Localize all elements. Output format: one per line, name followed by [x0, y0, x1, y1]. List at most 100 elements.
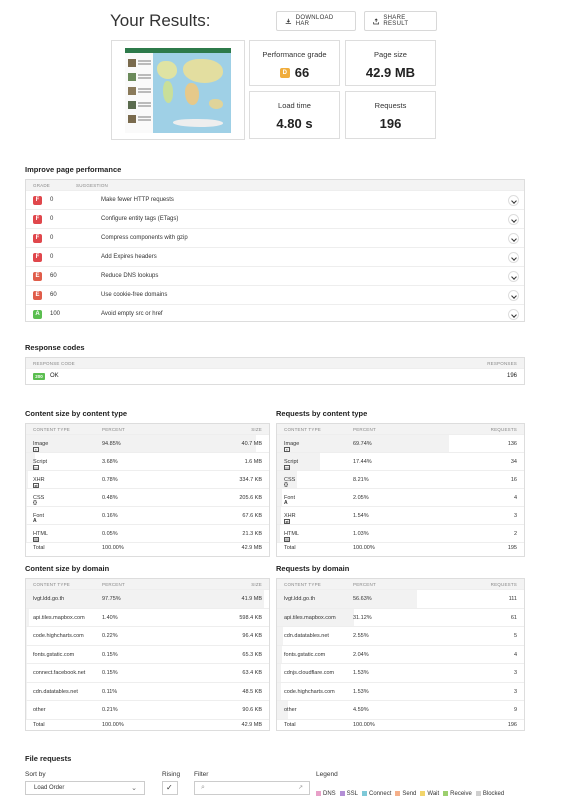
download-icon — [285, 18, 292, 24]
page-size-label: Page size — [374, 50, 407, 59]
performance-grade-label: Performance grade — [262, 50, 327, 59]
performance-grade-card: Performance grade D 66 — [249, 40, 340, 86]
expand-chevron-icon[interactable] — [508, 271, 519, 282]
clear-icon[interactable]: ↗ — [298, 784, 303, 791]
row-name: cdnjs.cloudflare.com — [284, 670, 335, 677]
total-percent: 100.00% — [102, 545, 124, 551]
improve-score: 0 — [50, 254, 54, 260]
legend-item: Blocked — [475, 791, 504, 797]
row-percent: 1.40% — [102, 614, 118, 621]
row-value: 48.5 KB — [242, 688, 262, 695]
grade-value: 66 — [294, 65, 310, 80]
size-by-type-table: CONTENT TYPE PERCENT SIZE ▪ Image 94.85% 40.7 … — [25, 423, 270, 557]
total-value: 42.9 MB — [241, 721, 262, 728]
row-percent: 69.74% — [353, 441, 372, 447]
improve-row[interactable]: A 100 Avoid empty src or href — [26, 304, 524, 323]
improve-row[interactable]: E 60 Use cookie-free domains — [26, 285, 524, 304]
expand-chevron-icon[interactable] — [508, 233, 519, 244]
row-name: connect.facebook.net — [33, 670, 86, 677]
legend-item: Send — [395, 791, 416, 797]
improve-score: 0 — [50, 235, 54, 241]
row-value: 41.9 MB — [241, 596, 262, 603]
improve-score: 60 — [50, 273, 57, 279]
total-row: Total 100.00% 196 — [277, 718, 524, 728]
col-content-type: CONTENT TYPE — [33, 582, 70, 587]
row-percent: 0.15% — [102, 670, 118, 677]
legend-swatch — [395, 791, 401, 796]
legend: DNS SSL Connect Send Wait Receive Blocked — [316, 783, 583, 800]
row-type: cdn.datatables.net — [33, 689, 78, 695]
row-percent: 0.22% — [102, 633, 118, 640]
table-header: CONTENT TYPE PERCENT SIZE — [26, 579, 269, 589]
row-type: ▭ Script — [33, 459, 47, 470]
page-screenshot — [111, 40, 245, 140]
row-percent: 4.59% — [353, 707, 369, 714]
expand-chevron-icon[interactable] — [508, 290, 519, 301]
rising-checkbox[interactable]: ✓ — [162, 781, 178, 795]
table-row: ▭ Script 17.44% 34 — [277, 452, 524, 470]
row-percent: 0.11% — [102, 688, 118, 695]
filter-input[interactable]: ⌕ ↗ — [194, 781, 310, 795]
download-har-button[interactable]: DOWNLOAD HAR — [276, 11, 356, 31]
improve-row[interactable]: F 0 Make fewer HTTP requests — [26, 190, 524, 209]
row-type: lvgt.ldd.go.th — [33, 596, 64, 602]
total-label: Total — [284, 545, 296, 551]
load-time-label: Load time — [278, 101, 311, 110]
table-row: {} CSS 0.48% 205.6 KB — [26, 488, 269, 506]
expand-chevron-icon[interactable] — [508, 309, 519, 320]
expand-chevron-icon[interactable] — [508, 214, 519, 225]
improve-row[interactable]: E 60 Reduce DNS lookups — [26, 266, 524, 285]
expand-chevron-icon[interactable] — [508, 252, 519, 263]
total-percent: 100.00% — [353, 545, 375, 551]
page-size-value: 42.9 MB — [365, 65, 416, 80]
sort-by-select[interactable]: Load Order ⌄ — [25, 781, 145, 795]
row-name: cdn.datatables.net — [33, 688, 78, 695]
table-row: api.tiles.mapbox.com 1.40% 598.4 KB — [26, 607, 269, 626]
col-percent: PERCENT — [353, 427, 376, 432]
improve-score: 60 — [50, 292, 57, 298]
share-result-button[interactable]: SHARE RESULT — [364, 11, 437, 31]
legend-swatch — [420, 791, 426, 796]
improve-row[interactable]: F 0 Add Expires headers — [26, 247, 524, 266]
improve-suggestion: Make fewer HTTP requests — [101, 197, 174, 203]
row-name: code.highcharts.com — [284, 688, 335, 695]
row-percent: 0.78% — [102, 477, 118, 483]
grade-badge: F — [33, 215, 42, 224]
total-label: Total — [33, 721, 45, 728]
download-har-label: DOWNLOAD HAR — [295, 15, 334, 27]
grade-badge: F — [33, 234, 42, 243]
checkmark-icon: ✓ — [166, 783, 173, 792]
table-row: ⇄ XHR 0.78% 334.7 KB — [26, 470, 269, 488]
row-percent: 2.55% — [353, 633, 369, 640]
table-row: A Font 0.16% 67.6 KB — [26, 506, 269, 524]
improve-suggestion: Add Expires headers — [101, 254, 157, 260]
improve-row[interactable]: F 0 Compress components with gzip — [26, 228, 524, 247]
row-value: 598.4 KB — [239, 614, 262, 621]
total-label: Total — [33, 545, 45, 551]
col-content-type: CONTENT TYPE — [284, 427, 321, 432]
row-value: 63.4 KB — [242, 670, 262, 677]
row-percent: 1.03% — [353, 531, 369, 537]
row-name: other — [284, 707, 297, 714]
requests-label: Requests — [374, 101, 407, 110]
legend-swatch — [443, 791, 449, 796]
row-percent: 1.53% — [353, 688, 369, 695]
load-time-value: 4.80 s — [276, 116, 313, 131]
row-type: fonts.gstatic.com — [284, 652, 325, 658]
total-row: Total 100.00% 42.9 MB — [26, 718, 269, 728]
table-row: code.highcharts.com 0.22% 96.4 KB — [26, 626, 269, 645]
row-value: 65.3 KB — [242, 651, 262, 658]
expand-chevron-icon[interactable] — [508, 195, 519, 206]
col-percent: PERCENT — [102, 582, 125, 587]
table-row: ▭ Script 3.68% 1.6 MB — [26, 452, 269, 470]
improve-row[interactable]: F 0 Configure entity tags (ETags) — [26, 209, 524, 228]
legend-label-text: Send — [402, 790, 417, 797]
table-header: CONTENT TYPE PERCENT REQUESTS — [277, 579, 524, 589]
table-row: other 4.59% 9 — [277, 700, 524, 719]
row-type: fonts.gstatic.com — [33, 652, 74, 658]
row-type: ▤ HTML — [33, 531, 48, 542]
requests-value: 196 — [379, 116, 402, 131]
total-row: Total 100.00% 195 — [277, 542, 524, 551]
table-row: fonts.gstatic.com 0.15% 65.3 KB — [26, 644, 269, 663]
row-name: fonts.gstatic.com — [284, 651, 326, 658]
